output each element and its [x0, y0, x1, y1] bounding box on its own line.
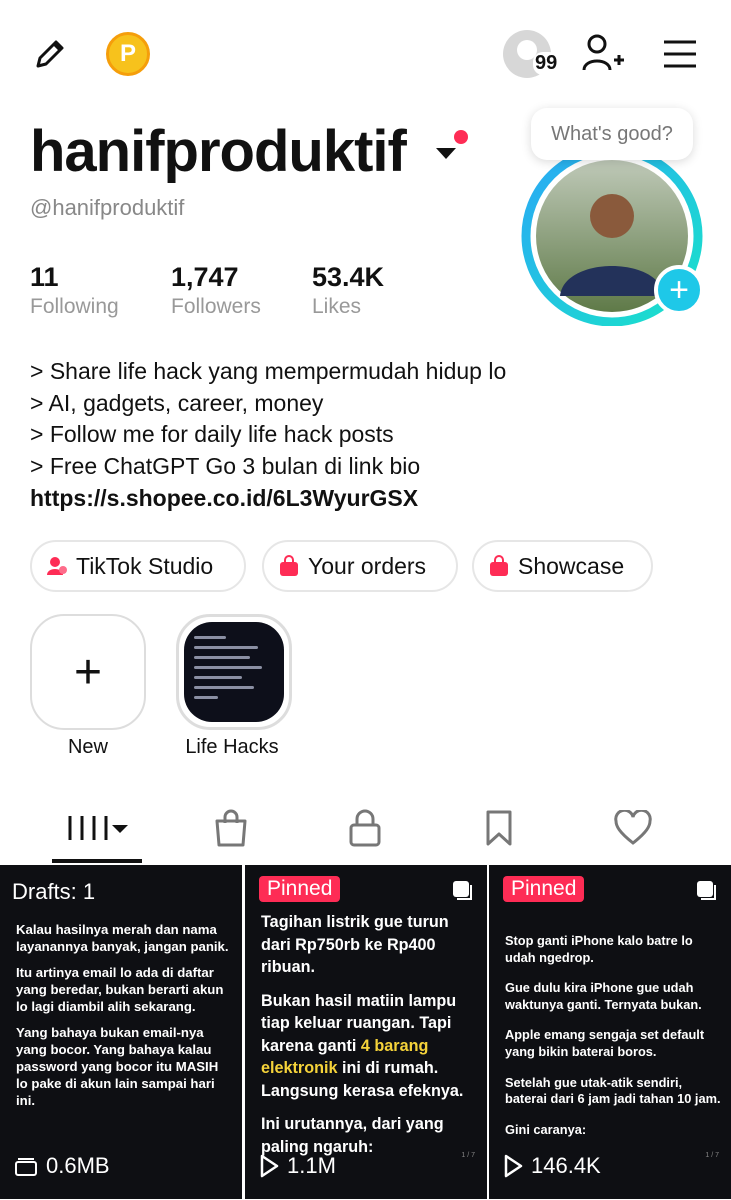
tile-paragraph: Ini urutannya, dari yang paling ngaruh:: [261, 1115, 444, 1156]
tile-paragraph: Tagihan listrik gue turun dari Rp750rb k…: [261, 913, 449, 976]
tab-saved[interactable]: [459, 800, 539, 856]
draft-tile[interactable]: Drafts: 1 Kalau hasilnya merah dan nama …: [0, 865, 242, 1187]
add-story-plus-icon[interactable]: +: [654, 265, 704, 315]
slide-number: 1 / 7: [461, 1152, 475, 1159]
account-dropdown-chevron-icon[interactable]: [436, 148, 456, 159]
drafts-stack-icon: [15, 1158, 37, 1176]
play-icon: [260, 1154, 279, 1178]
view-count: 146.4K: [503, 1153, 601, 1179]
highlight-thumbnail: [184, 622, 284, 722]
multi-image-icon: [697, 881, 716, 900]
your-orders-label: Your orders: [308, 552, 427, 579]
bio-link[interactable]: https://s.shopee.co.id/6L3WyurGSX: [30, 485, 418, 512]
tile-paragraph-highlight: Bukan hasil matiin lampu tiap keluar rua…: [261, 990, 477, 1103]
view-count-value: 146.4K: [531, 1153, 601, 1178]
next-row-tile[interactable]: [489, 1187, 731, 1199]
bio-line: > AI, gadgets, career, money: [30, 389, 324, 416]
pinned-badge: Pinned: [259, 876, 341, 902]
tab-videos[interactable]: [57, 800, 137, 856]
notification-badge: 99: [533, 52, 560, 75]
stat-value: 1,747: [171, 262, 239, 292]
view-count: 1.1M: [259, 1153, 336, 1179]
points-coin-icon[interactable]: P: [106, 32, 150, 76]
notification-dot: [454, 130, 468, 144]
tiktok-studio-label: TikTok Studio: [76, 552, 214, 579]
tile-paragraph: Stop ganti iPhone kalo batre lo udah nge…: [505, 933, 693, 965]
tile-paragraph: Apple emang sengaja set default yang bik…: [505, 1027, 705, 1059]
menu-icon[interactable]: [660, 34, 700, 74]
play-icon: [504, 1154, 523, 1178]
tile-paragraph: Setelah gue utak-atik sendiri, baterai d…: [505, 1074, 721, 1107]
stat-following[interactable]: 11 Following: [30, 262, 119, 319]
showcase-label: Showcase: [518, 552, 625, 579]
stat-label: Likes: [312, 295, 362, 318]
stat-label: Following: [30, 295, 119, 318]
draft-size-value: 0.6MB: [46, 1153, 110, 1178]
tile-paragraph: Gue dulu kira iPhone gue udah waktunya g…: [505, 980, 702, 1012]
multi-image-icon: [453, 881, 472, 900]
tile-paragraph: Itu artinya email lo ada di daftar yang …: [16, 965, 224, 1014]
coin-letter: P: [119, 40, 136, 67]
content-tabs: [0, 800, 731, 864]
pencil-icon[interactable]: [28, 32, 72, 76]
next-row-tile[interactable]: [0, 1187, 242, 1199]
tab-private[interactable]: [325, 800, 405, 856]
whats-good-tooltip[interactable]: What's good?: [531, 108, 693, 160]
view-count-value: 1.1M: [287, 1153, 336, 1178]
video-grid: Drafts: 1 Kalau hasilnya merah dan nama …: [0, 865, 731, 1200]
bio-line: > Share life hack yang mempermudah hidup…: [30, 358, 507, 384]
tiktok-studio-button[interactable]: TikTok Studio: [30, 540, 246, 592]
stat-value: 11: [30, 262, 59, 292]
active-tab-indicator: [52, 859, 142, 863]
tile-paragraph: Yang bahaya bukan email-nya yang bocor. …: [16, 1025, 219, 1108]
draft-size: 0.6MB: [14, 1153, 110, 1179]
stat-label: Followers: [171, 295, 261, 318]
tab-shop[interactable]: [191, 800, 271, 856]
bio: > Share life hack yang mempermudah hidup…: [30, 356, 506, 482]
tile-text: Kalau hasilnya merah dan nama layanannya…: [16, 921, 232, 1118]
tile-paragraph: Kalau hasilnya merah dan nama layanannya…: [16, 922, 229, 954]
next-row-tile[interactable]: [245, 1187, 487, 1199]
showcase-bag-icon: [488, 555, 510, 577]
pinned-video-tile[interactable]: Pinned Tagihan listrik gue turun dari Rp…: [245, 865, 487, 1187]
pinned-video-tile[interactable]: Pinned Stop ganti iPhone kalo batre lo u…: [489, 865, 731, 1187]
bio-line: > Follow me for daily life hack posts: [30, 421, 394, 447]
tiktok-studio-icon: [46, 555, 68, 577]
stat-followers[interactable]: 1,747 Followers: [171, 262, 261, 319]
tile-paragraph: Gini caranya:: [505, 1121, 587, 1137]
highlight-label: New: [67, 736, 108, 758]
tile-text: Stop ganti iPhone kalo batre lo udah nge…: [505, 933, 721, 1152]
drafts-label: Drafts: 1: [12, 879, 96, 904]
tooltip-text: What's good?: [551, 122, 673, 145]
bio-line: > Free ChatGPT Go 3 bulan di link bio: [30, 452, 421, 479]
life-hacks-highlight[interactable]: [176, 614, 292, 730]
add-user-icon[interactable]: [580, 32, 626, 76]
top-bar: P 99: [0, 0, 731, 110]
your-orders-button[interactable]: Your orders: [262, 540, 458, 592]
highlight-label: Life Hacks: [185, 736, 279, 758]
new-highlight-button[interactable]: [30, 614, 146, 730]
slide-number: 1 / 7: [705, 1152, 719, 1159]
tile-text: Tagihan listrik gue turun dari Rp750rb k…: [261, 911, 477, 1169]
user-handle: @hanifproduktif: [30, 195, 185, 220]
shopping-bag-icon: [278, 555, 300, 577]
tab-liked[interactable]: [593, 800, 673, 856]
showcase-button[interactable]: Showcase: [472, 540, 653, 592]
stat-likes[interactable]: 53.4K Likes: [312, 262, 384, 319]
username[interactable]: hanifproduktif: [30, 118, 407, 185]
stat-value: 53.4K: [312, 262, 385, 292]
pinned-badge: Pinned: [503, 876, 585, 902]
